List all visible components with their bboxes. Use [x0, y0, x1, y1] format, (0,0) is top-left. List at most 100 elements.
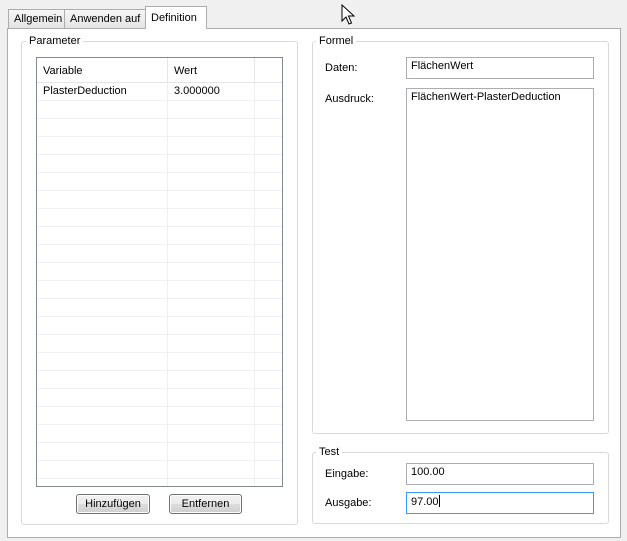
empty-cell	[168, 407, 255, 424]
ausdruck-textarea[interactable]: FlächenWert-PlasterDeduction	[406, 88, 594, 421]
eingabe-label: Eingabe:	[325, 468, 369, 480]
empty-cell	[168, 461, 255, 478]
empty-cell	[168, 443, 255, 460]
formel-group-title: Formel	[316, 35, 357, 47]
empty-cell	[37, 227, 168, 244]
empty-cell	[168, 155, 255, 172]
empty-row	[37, 425, 282, 443]
empty-cell	[168, 245, 255, 262]
tab-label: Anwenden auf	[70, 13, 141, 25]
add-button[interactable]: Hinzufügen	[76, 494, 150, 514]
variable-cell: PlasterDeduction	[37, 83, 168, 100]
empty-cell	[37, 101, 168, 118]
empty-cell	[168, 389, 255, 406]
empty-cell	[168, 137, 255, 154]
ausdruck-label: Ausdruck:	[325, 93, 374, 105]
empty-row	[37, 209, 282, 227]
remove-button-label: Entfernen	[181, 498, 230, 510]
empty-row	[37, 155, 282, 173]
empty-cell	[37, 371, 168, 388]
empty-cell	[37, 461, 168, 478]
daten-value: FlächenWert	[411, 60, 474, 72]
empty-cell	[168, 371, 255, 388]
empty-cell	[168, 281, 255, 298]
empty-row	[37, 407, 282, 425]
empty-cell	[168, 317, 255, 334]
empty-row	[37, 227, 282, 245]
empty-cell	[37, 155, 168, 172]
empty-cell	[37, 245, 168, 262]
empty-cell	[168, 263, 255, 280]
empty-cell	[37, 353, 168, 370]
empty-cell	[37, 263, 168, 280]
ausgabe-value: 97.00	[411, 496, 439, 508]
empty-cell	[37, 479, 168, 486]
empty-cell	[168, 479, 255, 486]
ausgabe-label: Ausgabe:	[325, 497, 372, 509]
eingabe-value: 100.00	[411, 466, 445, 478]
empty-cell	[168, 353, 255, 370]
empty-cell	[168, 191, 255, 208]
empty-cell	[37, 173, 168, 190]
empty-cell	[37, 443, 168, 460]
value-cell: 3.000000	[168, 83, 255, 100]
parameter-list[interactable]: Variable Wert PlasterDeduction 3.000000	[36, 57, 283, 487]
tab-anwenden-auf[interactable]: Anwenden auf	[64, 9, 146, 28]
parameter-group-title: Parameter	[26, 35, 84, 47]
empty-row	[37, 299, 282, 317]
empty-cell	[168, 101, 255, 118]
empty-cell	[37, 299, 168, 316]
empty-row	[37, 479, 282, 486]
empty-row	[37, 371, 282, 389]
empty-row	[37, 353, 282, 371]
empty-row	[37, 173, 282, 191]
empty-cell	[37, 425, 168, 442]
tab-definition[interactable]: Definition	[145, 6, 207, 29]
empty-row	[37, 263, 282, 281]
empty-cell	[37, 137, 168, 154]
tab-allgemein[interactable]: Allgemein	[8, 9, 65, 28]
empty-row	[37, 137, 282, 155]
empty-cell	[168, 119, 255, 136]
ausgabe-field[interactable]: 97.00	[406, 492, 594, 514]
empty-cell	[37, 389, 168, 406]
empty-row	[37, 245, 282, 263]
eingabe-field[interactable]: 100.00	[406, 463, 594, 485]
empty-row	[37, 389, 282, 407]
empty-cell	[168, 209, 255, 226]
empty-cell	[37, 119, 168, 136]
add-button-label: Hinzufügen	[85, 498, 141, 510]
column-header-wert[interactable]: Wert	[168, 58, 255, 82]
daten-field[interactable]: FlächenWert	[406, 57, 594, 79]
empty-rows	[37, 101, 282, 486]
mouse-pointer-icon	[341, 4, 355, 25]
empty-row	[37, 335, 282, 353]
remove-button[interactable]: Entfernen	[169, 494, 242, 514]
empty-row	[37, 281, 282, 299]
empty-cell	[168, 299, 255, 316]
tab-label: Definition	[151, 12, 197, 24]
empty-row	[37, 461, 282, 479]
empty-cell	[37, 191, 168, 208]
empty-cell	[37, 281, 168, 298]
empty-cell	[168, 227, 255, 244]
empty-cell	[168, 335, 255, 352]
empty-cell	[37, 335, 168, 352]
empty-cell	[37, 209, 168, 226]
empty-row	[37, 317, 282, 335]
test-group-title: Test	[316, 446, 343, 458]
text-caret	[438, 495, 440, 507]
empty-row	[37, 443, 282, 461]
table-row[interactable]: PlasterDeduction 3.000000	[37, 83, 282, 101]
empty-cell	[37, 407, 168, 424]
daten-label: Daten:	[325, 62, 358, 74]
ausdruck-value: FlächenWert-PlasterDeduction	[411, 91, 561, 103]
list-header: Variable Wert	[37, 58, 282, 83]
empty-row	[37, 119, 282, 137]
empty-row	[37, 191, 282, 209]
empty-cell	[37, 317, 168, 334]
empty-row	[37, 101, 282, 119]
column-header-variable[interactable]: Variable	[37, 58, 168, 82]
empty-cell	[168, 425, 255, 442]
empty-cell	[168, 173, 255, 190]
